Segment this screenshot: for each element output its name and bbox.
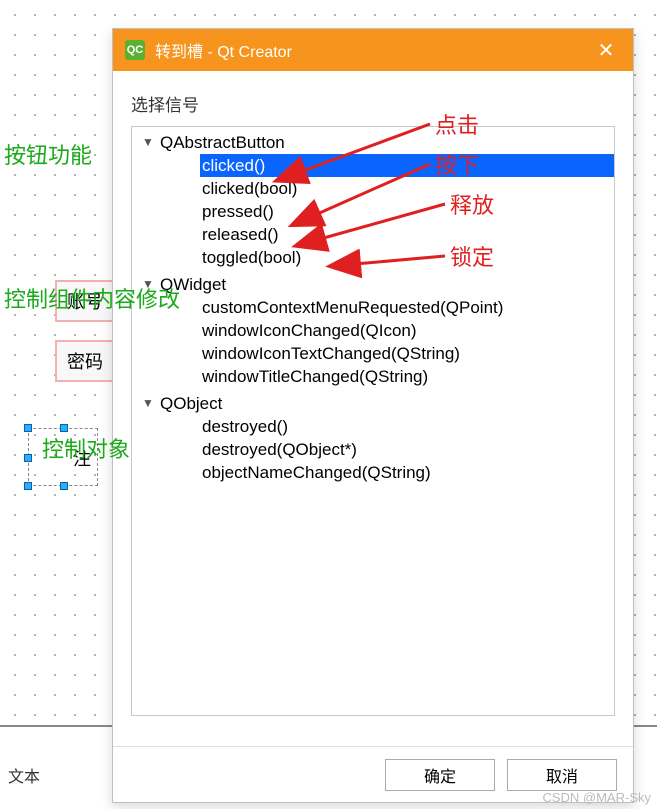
selected-widget-outline: 注 (28, 428, 98, 486)
signal-item[interactable]: pressed() (200, 200, 614, 223)
tree-items: customContextMenuRequested(QPoint)window… (142, 296, 614, 388)
signal-item[interactable]: clicked() (200, 154, 614, 177)
tree-group-label: QObject (160, 392, 222, 415)
tree-items: clicked()clicked(bool)pressed()released(… (142, 154, 614, 269)
chevron-down-icon[interactable]: ▼ (142, 392, 156, 415)
signal-item[interactable]: destroyed(QObject*) (200, 438, 614, 461)
go-to-slot-dialog: QC 转到槽 - Qt Creator ✕ 选择信号 ▼QAbstractBut… (112, 28, 634, 803)
form-label-account: 账号 (55, 280, 115, 322)
tree-group-label: QWidget (160, 273, 226, 296)
watermark: CSDN @MAR-Sky (542, 790, 651, 805)
cancel-button[interactable]: 取消 (507, 759, 617, 791)
tree-group-header-qabstractbutton[interactable]: ▼QAbstractButton (142, 131, 614, 154)
dialog-title: 转到槽 - Qt Creator (155, 38, 292, 62)
signal-item[interactable]: toggled(bool) (200, 246, 614, 269)
signal-tree[interactable]: ▼QAbstractButtonclicked()clicked(bool)pr… (131, 126, 615, 716)
chevron-down-icon[interactable]: ▼ (142, 273, 156, 296)
tree-group-label: QAbstractButton (160, 131, 285, 154)
signal-item[interactable]: released() (200, 223, 614, 246)
resize-handle[interactable] (60, 482, 68, 490)
close-icon[interactable]: ✕ (591, 38, 621, 63)
signal-item[interactable]: windowIconTextChanged(QString) (200, 342, 614, 365)
app-icon: QC (125, 40, 145, 60)
signal-item[interactable]: objectNameChanged(QString) (200, 461, 614, 484)
form-label-password: 密码 (55, 340, 115, 382)
bottom-panel-text: 文本 (8, 763, 40, 787)
signal-item[interactable]: clicked(bool) (200, 177, 614, 200)
chevron-down-icon[interactable]: ▼ (142, 131, 156, 154)
tree-group-qobject: ▼QObjectdestroyed()destroyed(QObject*)ob… (132, 388, 614, 484)
tree-items: destroyed()destroyed(QObject*)objectName… (142, 415, 614, 484)
selected-widget-text: 注 (73, 445, 91, 471)
tree-group-qabstractbutton: ▼QAbstractButtonclicked()clicked(bool)pr… (132, 127, 614, 269)
resize-handle[interactable] (24, 482, 32, 490)
signal-item[interactable]: windowIconChanged(QIcon) (200, 319, 614, 342)
tree-group-header-qwidget[interactable]: ▼QWidget (142, 273, 614, 296)
resize-handle[interactable] (24, 454, 32, 462)
signal-item[interactable]: destroyed() (200, 415, 614, 438)
tree-group-header-qobject[interactable]: ▼QObject (142, 392, 614, 415)
signal-item[interactable]: windowTitleChanged(QString) (200, 365, 614, 388)
dialog-body: 选择信号 ▼QAbstractButtonclicked()clicked(bo… (113, 71, 633, 746)
ok-button[interactable]: 确定 (385, 759, 495, 791)
tree-group-qwidget: ▼QWidgetcustomContextMenuRequested(QPoin… (132, 269, 614, 388)
signal-item[interactable]: customContextMenuRequested(QPoint) (200, 296, 614, 319)
resize-handle[interactable] (60, 424, 68, 432)
resize-handle[interactable] (24, 424, 32, 432)
dialog-titlebar[interactable]: QC 转到槽 - Qt Creator ✕ (113, 29, 633, 71)
select-signal-label: 选择信号 (131, 91, 615, 116)
